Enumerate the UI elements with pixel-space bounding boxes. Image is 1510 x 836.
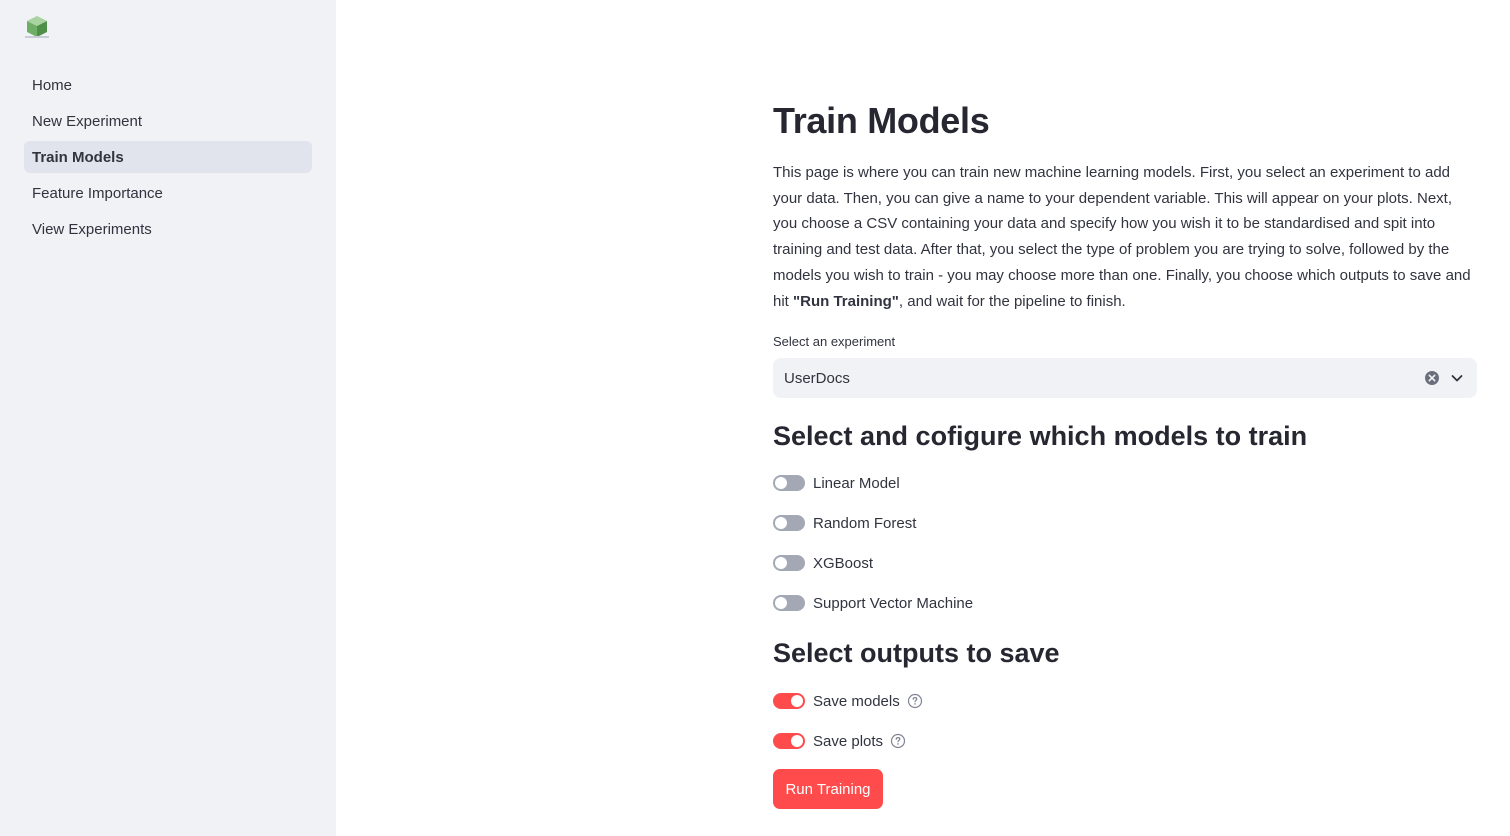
sidebar-item-label: Train Models (32, 148, 124, 166)
sidebar-item-label: View Experiments (32, 220, 152, 238)
experiment-select[interactable]: UserDocs (773, 358, 1477, 398)
outputs-section-heading: Select outputs to save (773, 638, 1060, 668)
toggle-label: Linear Model (813, 474, 900, 492)
sidebar-item-label: New Experiment (32, 112, 143, 130)
toggle-knob (775, 517, 787, 529)
toggle-label: Random Forest (813, 514, 917, 532)
sidebar-item-new-experiment[interactable]: New Experiment (24, 105, 312, 137)
toggle-linear-model[interactable]: Linear Model (773, 471, 900, 495)
toggle-label: XGBoost (813, 554, 874, 572)
toggle-knob (775, 597, 787, 609)
experiment-select-label: Select an experiment (773, 334, 896, 349)
toggle-save-plots[interactable]: Save plots (773, 729, 906, 753)
sidebar: Home New Experiment Train Models Feature… (0, 0, 336, 836)
toggle-switch[interactable] (773, 595, 805, 611)
intro-bold-text: "Run Training" (793, 292, 899, 310)
experiment-select-value: UserDocs (784, 369, 850, 387)
toggle-label: Support Vector Machine (813, 594, 974, 612)
toggle-knob (775, 557, 787, 569)
toggle-knob (791, 695, 803, 707)
toggle-save-models[interactable]: Save models (773, 689, 923, 713)
toggle-switch[interactable] (773, 515, 805, 531)
toggle-label: Save models (813, 692, 900, 710)
toggle-random-forest[interactable]: Random Forest (773, 511, 916, 535)
toggle-xgboost[interactable]: XGBoost (773, 551, 873, 575)
toggle-switch[interactable] (773, 733, 805, 749)
sidebar-item-label: Home (32, 76, 73, 94)
toggle-switch[interactable] (773, 555, 805, 571)
intro-end-text: , and wait for the pipeline to finish. (898, 292, 1126, 310)
sidebar-item-view-experiments[interactable]: View Experiments (24, 213, 312, 245)
toggle-switch[interactable] (773, 693, 805, 709)
toggle-switch[interactable] (773, 475, 805, 491)
intro-paragraph: This page is where you can train new mac… (773, 160, 1478, 314)
toggle-label: Save plots (813, 732, 884, 750)
run-training-button[interactable]: Run Training (773, 769, 883, 809)
toggle-knob (775, 477, 787, 489)
sidebar-item-feature-importance[interactable]: Feature Importance (24, 177, 312, 209)
question-circle-icon[interactable] (907, 693, 923, 709)
page-title: Train Models (773, 100, 990, 141)
toggle-support-vector-machine[interactable]: Support Vector Machine (773, 591, 973, 615)
clear-circle-icon[interactable] (1424, 370, 1440, 386)
toggle-knob (791, 735, 803, 747)
sidebar-item-train-models[interactable]: Train Models (24, 141, 312, 173)
cube-logo-icon[interactable] (24, 14, 50, 40)
intro-text: This page is where you can train new mac… (773, 164, 1471, 310)
sidebar-nav: Home New Experiment Train Models Feature… (24, 69, 312, 249)
chevron-down-icon[interactable] (1449, 370, 1465, 386)
sidebar-item-label: Feature Importance (32, 184, 163, 202)
sidebar-item-home[interactable]: Home (24, 69, 312, 101)
models-section-heading: Select and cofigure which models to trai… (773, 421, 1308, 451)
question-circle-icon[interactable] (890, 733, 906, 749)
